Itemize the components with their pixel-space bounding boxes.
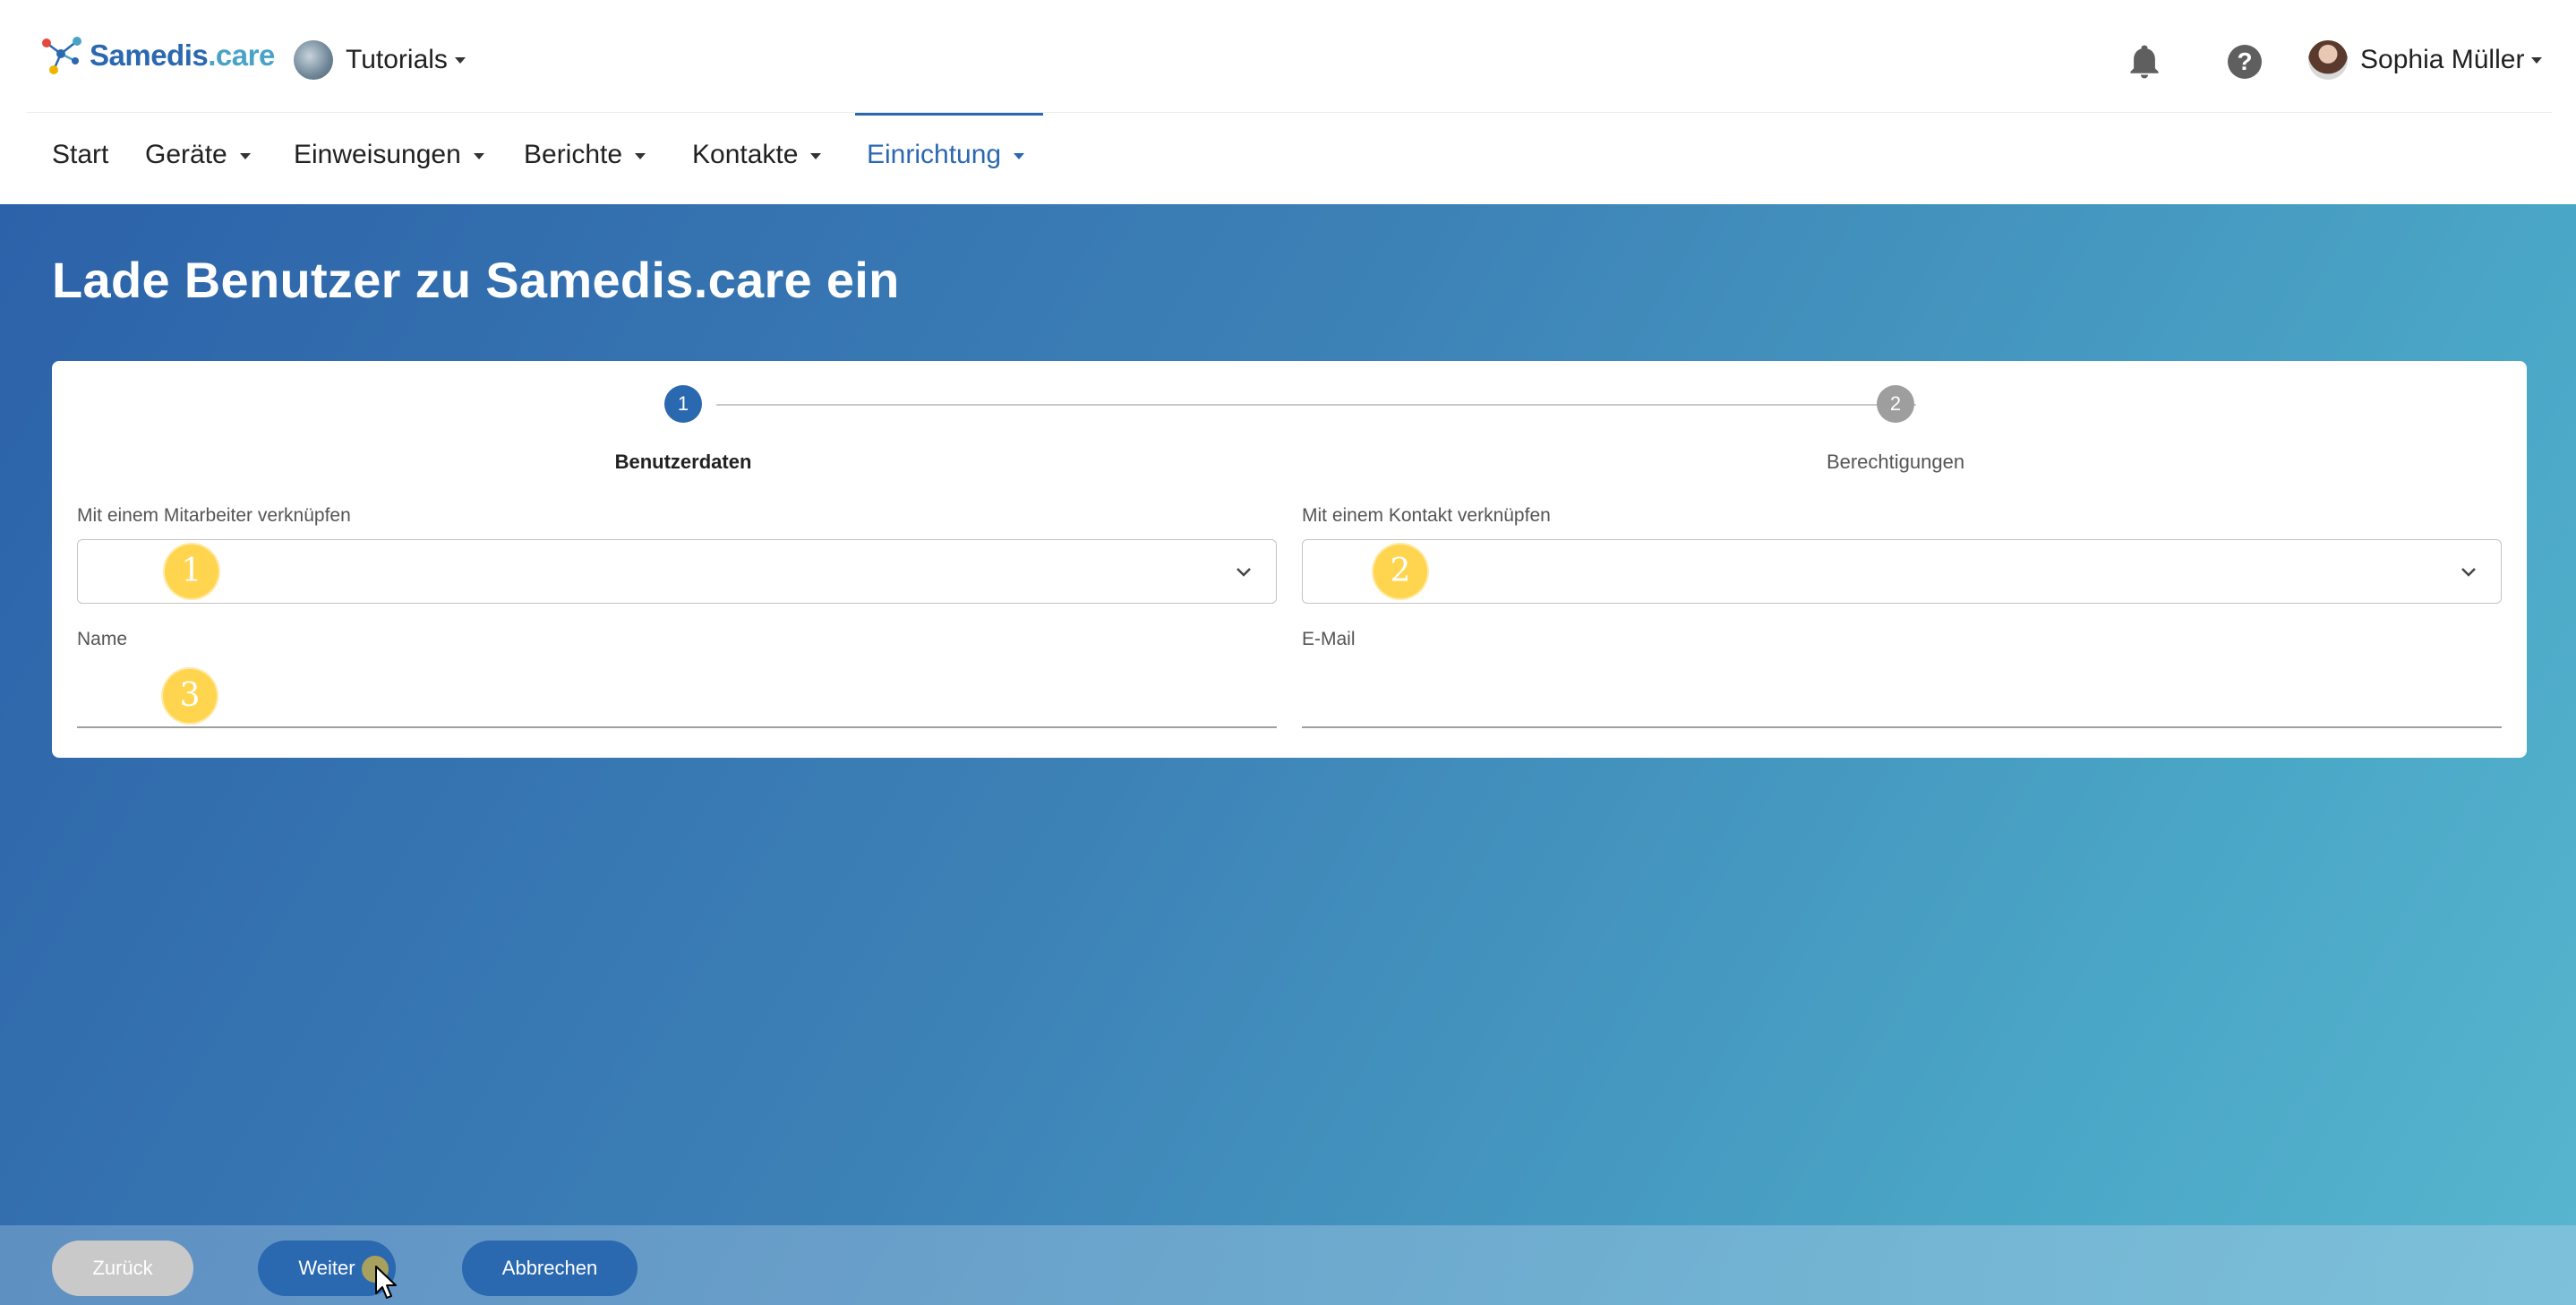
nav-item-start[interactable]: Start [52,140,108,170]
tenant-switcher[interactable]: Tutorials [294,40,466,80]
step-1-label: Benutzerdaten [614,451,752,473]
contact-field-label: Mit einem Kontakt verknüpfen [1302,505,1551,526]
chevron-down-icon [1237,568,1251,577]
chevron-down-icon [2461,568,2476,577]
caret-down-icon [239,152,251,159]
email-field-label: E-Mail [1302,629,1356,649]
caret-down-icon [1014,152,1025,159]
nav-item-geraete[interactable]: Geräte [145,140,251,170]
invite-user-form: 1 2 Benutzerdaten Berechtigungen Mit ein… [52,361,2527,758]
stepper-connector [716,404,1916,406]
employee-select[interactable] [77,539,1277,604]
caret-down-icon [635,152,646,159]
top-header: Samedis.care Tutorials ? Sophia Müller [0,0,2576,113]
annotation-badge-1: 1 [165,545,218,598]
tenant-avatar [294,40,333,80]
main-nav: Start Geräte Einweisungen Berichte Konta… [0,113,2576,204]
step-2-indicator[interactable]: 2 [1877,385,1914,423]
annotation-badge-3: 3 [163,669,217,723]
step-1-indicator[interactable]: 1 [664,385,702,423]
bell-icon[interactable] [2129,45,2160,79]
tenant-label: Tutorials [346,45,448,74]
mouse-pointer-icon [375,1266,397,1299]
avatar [2308,40,2348,80]
caret-down-icon [454,56,466,64]
step-2-label: Berechtigungen [1826,451,1965,473]
brand-name: Samedis.care [90,39,275,72]
main-content: Lade Benutzer zu Samedis.care ein 1 2 Be… [0,204,2576,1305]
employee-field-label: Mit einem Mitarbeiter verknüpfen [77,505,351,526]
help-icon[interactable]: ? [2228,45,2262,79]
caret-down-icon [2531,56,2543,64]
action-bar: Zurück Weiter Abbrechen [0,1225,2576,1305]
user-menu[interactable]: Sophia Müller [2308,40,2543,80]
email-input[interactable] [1302,689,2502,728]
caret-down-icon [810,152,822,159]
active-tab-indicator [855,113,1043,116]
user-name: Sophia Müller [2360,45,2525,74]
molecule-logo-icon [42,37,81,74]
back-button[interactable]: Zurück [52,1241,193,1296]
nav-item-berichte[interactable]: Berichte [524,140,646,170]
annotation-badge-2: 2 [1374,545,1427,598]
page-title: Lade Benutzer zu Samedis.care ein [52,252,900,308]
nav-item-kontakte[interactable]: Kontakte [692,140,822,170]
cancel-button[interactable]: Abbrechen [462,1241,638,1296]
name-input[interactable] [77,689,1277,728]
nav-item-einrichtung[interactable]: Einrichtung [867,140,1025,170]
contact-select[interactable] [1302,539,2502,604]
brand-logo[interactable]: Samedis.care [38,34,275,77]
name-field-label: Name [77,629,128,649]
nav-item-einweisungen[interactable]: Einweisungen [294,140,484,170]
caret-down-icon [473,152,484,159]
